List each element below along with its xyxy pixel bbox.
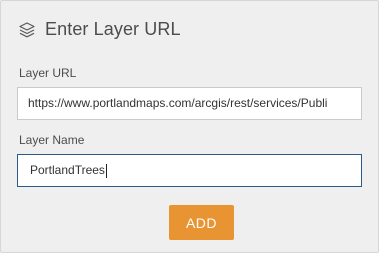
layer-name-input[interactable]: PortlandTrees [17, 154, 362, 187]
layers-icon [18, 21, 36, 39]
layer-name-label: Layer Name [19, 133, 85, 147]
layer-url-value: https://www.portlandmaps.com/arcgis/rest… [28, 96, 328, 110]
layer-name-value: PortlandTrees [30, 163, 105, 177]
panel-header: Enter Layer URL [18, 19, 181, 40]
text-caret [105, 163, 107, 178]
layer-url-input[interactable]: https://www.portlandmaps.com/arcgis/rest… [17, 87, 362, 120]
layer-url-label: Layer URL [19, 66, 77, 80]
panel-title: Enter Layer URL [45, 19, 181, 39]
add-button[interactable]: ADD [169, 205, 234, 240]
enter-layer-url-panel: Enter Layer URL Layer URL https://www.po… [0, 0, 379, 253]
